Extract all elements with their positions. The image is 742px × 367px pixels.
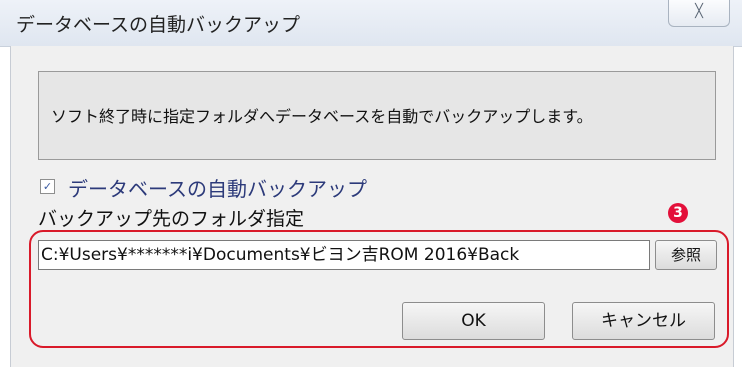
check-icon: ✓ xyxy=(42,180,53,193)
annotation-marker: 3 xyxy=(668,203,688,223)
close-button[interactable]: ╳ xyxy=(668,0,730,27)
backup-path-input[interactable]: C:¥Users¥*******i¥Documents¥ビヨン吉ROM 2016… xyxy=(38,240,650,270)
cancel-button[interactable]: キャンセル xyxy=(572,302,715,340)
ok-button[interactable]: OK xyxy=(402,302,545,340)
auto-backup-label[interactable]: データベースの自動バックアップ xyxy=(68,173,367,202)
close-icon: ╳ xyxy=(695,4,703,19)
info-panel: ソフト終了時に指定フォルダへデータベースを自動でバックアップします。 xyxy=(38,71,716,160)
window-title: データベースの自動バックアップ xyxy=(16,14,301,36)
browse-button[interactable]: 参照 xyxy=(655,240,717,270)
info-text: ソフト終了時に指定フォルダへデータベースを自動でバックアップします。 xyxy=(51,107,593,126)
title-bar: データベースの自動バックアップ ╳ xyxy=(0,0,742,47)
backup-folder-label: バックアップ先のフォルダ指定 xyxy=(38,208,305,230)
auto-backup-checkbox[interactable]: ✓ xyxy=(40,179,55,194)
